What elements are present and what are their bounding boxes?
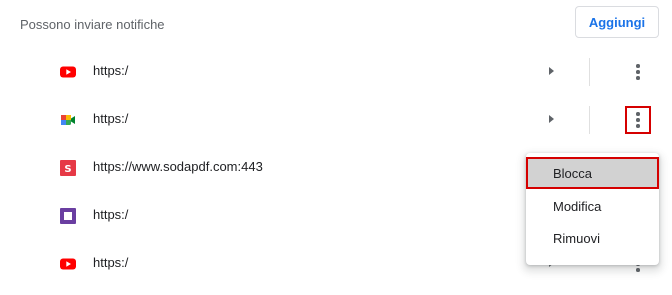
site-row[interactable]: https:/: [0, 96, 672, 144]
svg-text:S: S: [64, 164, 71, 175]
purple-square-icon: [60, 208, 76, 224]
header-label: Possono inviare notifiche: [20, 17, 165, 32]
chevron-right-icon[interactable]: [549, 67, 554, 75]
more-options-button[interactable]: [625, 106, 651, 134]
add-button[interactable]: Aggiungi: [575, 6, 659, 38]
divider: [589, 106, 590, 134]
site-url: https:/: [93, 255, 129, 270]
menu-item-edit[interactable]: Modifica: [526, 190, 659, 222]
sodapdf-icon: S: [60, 160, 76, 176]
youtube-icon: [60, 64, 76, 80]
more-options-button[interactable]: [625, 58, 651, 86]
menu-item-block[interactable]: Blocca: [526, 157, 659, 189]
site-url: https:/: [93, 111, 129, 126]
site-url: https:/: [93, 207, 129, 222]
chevron-right-icon[interactable]: [549, 115, 554, 123]
context-menu: Blocca Modifica Rimuovi: [526, 153, 659, 265]
site-url: https://www.sodapdf.com:443: [93, 159, 263, 174]
site-row[interactable]: https:/: [0, 48, 672, 96]
google-meet-icon: [60, 112, 76, 128]
menu-item-remove[interactable]: Rimuovi: [526, 222, 659, 254]
divider: [589, 58, 590, 86]
site-url: https:/: [93, 63, 129, 78]
youtube-icon: [60, 256, 76, 272]
